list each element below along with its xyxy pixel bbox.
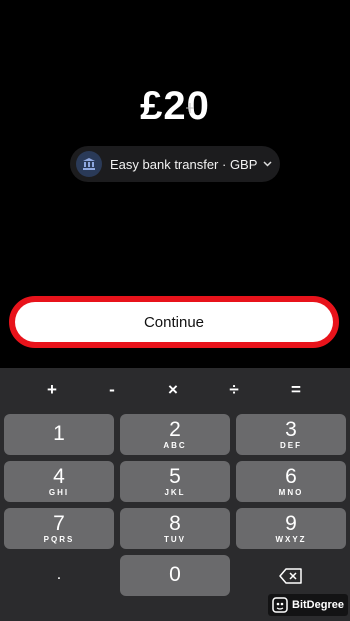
key-digit: . [56, 566, 62, 583]
payment-method-selector[interactable]: Easy bank transfer · GBP [70, 146, 280, 182]
key-digit: 5 [169, 465, 181, 488]
key-3[interactable]: 3 DEF [236, 414, 346, 455]
key-2[interactable]: 2 ABC [120, 414, 230, 455]
bitdegree-logo-icon [272, 597, 288, 613]
chevron-down-icon [263, 159, 273, 169]
continue-button[interactable]: Continue [15, 302, 333, 342]
bank-icon [76, 151, 102, 177]
key-letters: DEF [280, 441, 302, 450]
key-4[interactable]: 4 GHI [4, 461, 114, 502]
key-6[interactable]: 6 MNO [236, 461, 346, 502]
operator-row: + - × ÷ = [0, 378, 350, 402]
key-digit: 3 [285, 418, 297, 441]
key-digit: 2 [169, 418, 181, 441]
key-digit: 7 [53, 512, 65, 535]
key-letters: PQRS [43, 535, 75, 544]
key-1[interactable]: 1 [4, 414, 114, 455]
minus-key[interactable]: - [97, 378, 127, 402]
key-letters: MNO [278, 488, 304, 497]
payment-method-label: Easy bank transfer · GBP [110, 156, 258, 172]
backspace-button[interactable] [236, 555, 346, 596]
bitdegree-watermark: BitDegree [268, 594, 348, 616]
key-digit: 6 [285, 465, 297, 488]
backspace-icon [279, 567, 302, 584]
key-letters: GHI [48, 488, 70, 497]
divide-key[interactable]: ÷ [219, 378, 249, 402]
key-5[interactable]: 5 JKL [120, 461, 230, 502]
numeric-keypad: + - × ÷ = 1 2 ABC 3 DEF 4 GHI 5 JKL 6 MN… [0, 368, 350, 621]
multiply-key[interactable]: × [158, 378, 188, 402]
equals-key[interactable]: = [281, 378, 311, 402]
key-letters: TUV [164, 535, 186, 544]
key-digit: 4 [53, 465, 65, 488]
key-decimal[interactable]: . [4, 555, 114, 596]
plus-key[interactable]: + [37, 378, 67, 402]
key-letters: JKL [164, 488, 186, 497]
key-digit: 8 [169, 512, 181, 535]
key-8[interactable]: 8 TUV [120, 508, 230, 549]
amount-display: £20 [140, 84, 210, 128]
key-digit: 9 [285, 512, 297, 535]
key-7[interactable]: 7 PQRS [4, 508, 114, 549]
text-cursor-icon [186, 103, 194, 113]
key-letters: ABC [163, 441, 187, 450]
key-9[interactable]: 9 WXYZ [236, 508, 346, 549]
watermark-text: BitDegree [292, 599, 344, 611]
key-digit: 0 [169, 563, 181, 586]
key-letters: WXYZ [275, 535, 307, 544]
key-0[interactable]: 0 [120, 555, 230, 596]
key-digit: 1 [53, 422, 65, 445]
